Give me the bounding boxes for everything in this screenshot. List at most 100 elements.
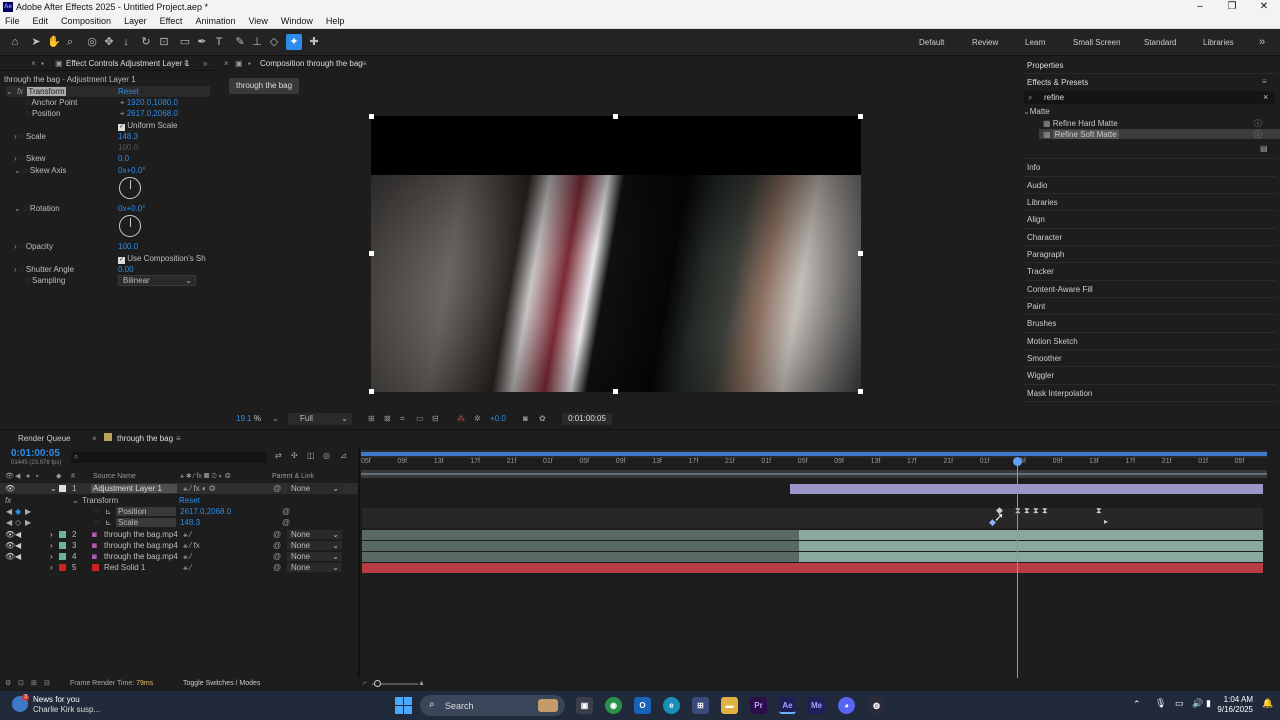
zoom-out-icon[interactable]: ⌐	[363, 678, 367, 690]
layer-switches[interactable]: ⚹ ⁄ fx ◐ ◎	[183, 483, 215, 494]
effects-presets-header[interactable]: Effects & Presets	[1027, 78, 1088, 87]
news-title[interactable]: News for you	[33, 695, 80, 704]
work-area-range[interactable]	[361, 473, 1267, 475]
chevron-down-icon[interactable]: ⌄	[272, 412, 279, 426]
layer-label-color[interactable]	[59, 485, 66, 492]
timeline-timecode[interactable]: 0:01:00:05	[11, 448, 60, 459]
layer-label-color[interactable]	[59, 542, 66, 549]
rotation-label[interactable]: ⌄ ◌ Rotation	[14, 203, 60, 214]
position-property-row[interactable]: ◀ ◆ ▶ ◌ ⊾ Position 2617.0,2068.0 @	[0, 506, 358, 517]
character-panel[interactable]: Character	[1027, 233, 1062, 242]
visibility-eye-icon[interactable]: 👁	[5, 483, 15, 494]
in-out-toggle-icon[interactable]: ⊞	[31, 678, 37, 690]
adjustment-layer-bar[interactable]	[790, 484, 1263, 494]
workspace-libraries[interactable]: Libraries	[1203, 38, 1234, 47]
skew-axis-dial[interactable]	[119, 177, 141, 199]
maximize-button[interactable]: ❐	[1216, 0, 1248, 14]
graph-editor-icon[interactable]: ⊿	[340, 451, 347, 460]
chrome-icon[interactable]: ◉	[605, 697, 622, 714]
opacity-value[interactable]: 100.0	[118, 241, 138, 252]
source-name-header[interactable]: Source Name	[93, 471, 136, 482]
time-ruler[interactable]: 05f 09f 13f 17f 21f 01f 05f 09f 13f 17f 21f 01f 05f 0…	[361, 458, 1267, 470]
footage-layer-bar[interactable]	[799, 530, 1263, 540]
close-icon[interactable]: ×	[31, 57, 36, 71]
info-icon[interactable]: ⓘ	[1254, 129, 1262, 140]
transform-effect-row[interactable]: ⌄ fx Transform Reset	[6, 86, 210, 97]
rectangle-tool-icon[interactable]: ▭	[177, 34, 193, 50]
skew-axis-value[interactable]: 0x+0.0°	[118, 165, 145, 176]
guides-icon[interactable]: ▭	[416, 412, 424, 426]
stopwatch-icon[interactable]: ◌	[94, 506, 99, 517]
transform-reset-link[interactable]: Reset	[179, 495, 200, 506]
comp-mini-flowchart-icon[interactable]: ⇄	[275, 451, 282, 460]
transparency-grid-icon[interactable]: ⊠	[384, 412, 391, 426]
layer-row-5[interactable]: › 5 Red Solid 1 ⚹ ⁄ @ None ⌄	[0, 562, 358, 573]
media-encoder-icon[interactable]: Me	[808, 697, 825, 714]
bounding-handle[interactable]	[369, 251, 374, 256]
paragraph-panel[interactable]: Paragraph	[1027, 250, 1064, 259]
layer-name[interactable]: through the bag.mp4	[104, 551, 178, 562]
outlook-icon[interactable]: O	[634, 697, 651, 714]
zoom-in-icon[interactable]: ▲	[418, 678, 425, 690]
visibility-eye-icon[interactable]: 👁	[5, 529, 15, 540]
close-button[interactable]: ✕	[1248, 0, 1280, 14]
chevron-up-icon[interactable]: ⌃	[1133, 699, 1141, 710]
type-tool-icon[interactable]: T	[211, 34, 227, 50]
work-area-bar[interactable]	[361, 470, 1267, 478]
prev-keyframe-icon[interactable]: ◀	[6, 517, 12, 528]
playhead-line[interactable]	[1017, 464, 1018, 682]
mask-icon[interactable]: ⌗	[400, 412, 405, 426]
layer-switches[interactable]: ⚹ ⁄	[183, 529, 191, 540]
panel-menu-icon[interactable]: ≡	[184, 57, 189, 71]
uniform-scale-checkbox[interactable]: ✓ Uniform Scale	[118, 120, 177, 131]
timeline-search-input[interactable]: ⌕	[71, 452, 266, 463]
solid-layer-bar[interactable]	[362, 563, 1263, 573]
use-composition-shutter-checkbox[interactable]: ✓ Use Composition's Sh	[118, 253, 206, 264]
scale-value[interactable]: 148.3	[118, 131, 138, 142]
skew-label[interactable]: › ◌ Skew	[14, 153, 45, 164]
selection-tool-icon[interactable]: ➤	[28, 34, 44, 50]
effects-search-input[interactable]: ⌕ refine ×	[1024, 91, 1274, 104]
pickwhip-icon[interactable]: @	[273, 483, 281, 494]
resolution-dropdown[interactable]: Full ⌄	[288, 413, 352, 425]
layer-switches[interactable]: ⚹ ⁄	[183, 551, 191, 562]
rotation-value[interactable]: 0x+0.0°	[118, 203, 145, 214]
panel-menu-icon[interactable]: ≡	[1262, 77, 1267, 86]
chevron-right-icon[interactable]: ›	[50, 529, 53, 540]
workspace-default[interactable]: Default	[919, 38, 944, 47]
clone-stamp-icon[interactable]: ⊥	[249, 34, 265, 50]
keyframe-marker[interactable]: ⧗	[1042, 506, 1048, 516]
navigator-range[interactable]	[361, 452, 1267, 456]
transform-effect-row[interactable]: ⌄ Transform Reset	[72, 495, 272, 506]
panel-menu-icon[interactable]: ≡	[362, 57, 367, 71]
show-snapshot-icon[interactable]: ✿	[539, 412, 546, 426]
scale-value[interactable]: 148.3	[180, 517, 200, 528]
pickwhip-icon[interactable]: @	[282, 506, 290, 517]
layer-name[interactable]: Red Solid 1	[104, 562, 145, 573]
app-icon[interactable]: ◍	[868, 697, 885, 714]
layer-row-3[interactable]: 👁 ◀ › 3 ◙ through the bag.mp4 ⚹ ⁄ fx @ N…	[0, 540, 358, 551]
discord-icon[interactable]: ◕	[838, 697, 855, 714]
footage-layer-bar[interactable]	[799, 552, 1263, 562]
expand-panel-icon[interactable]: »	[203, 57, 207, 71]
info-icon[interactable]: ⓘ	[1254, 118, 1262, 129]
effect-reset-link[interactable]: Reset	[118, 86, 139, 97]
anchor-point-value[interactable]: ⌖ 1920.0,1080.0	[120, 97, 178, 108]
premiere-pro-icon[interactable]: Pr	[750, 697, 767, 714]
parent-dropdown[interactable]: None ⌄	[287, 530, 342, 539]
exposure-icon[interactable]: ✲	[474, 412, 481, 426]
layer-row-2[interactable]: 👁 ◀ › 2 ◙ through the bag.mp4 ⚹ ⁄ @ None…	[0, 529, 358, 540]
news-subtitle[interactable]: Charlie Kirk susp...	[33, 705, 100, 714]
minimize-button[interactable]: –	[1184, 0, 1216, 14]
parent-dropdown[interactable]: None ⌄	[287, 552, 342, 561]
keyframe-marker[interactable]: ⧗	[1033, 506, 1039, 516]
layer-row-4[interactable]: 👁 ◀ › 4 ◙ through the bag.mp4 ⚹ ⁄ @ None…	[0, 551, 358, 562]
dolly-camera-icon[interactable]: ↓	[118, 34, 134, 50]
scale-property-row[interactable]: ◀ ◇ ▶ ◌ ⊾ Scale 148.3 @	[0, 517, 358, 528]
task-view-icon[interactable]: ▣	[576, 697, 593, 714]
layer-switches[interactable]: ⚹ ⁄	[183, 562, 191, 573]
align-panel[interactable]: Align	[1027, 215, 1045, 224]
composition-viewer[interactable]	[371, 116, 861, 392]
transfer-controls-toggle-icon[interactable]: ⊡	[18, 678, 24, 690]
pickwhip-icon[interactable]: @	[282, 517, 290, 528]
